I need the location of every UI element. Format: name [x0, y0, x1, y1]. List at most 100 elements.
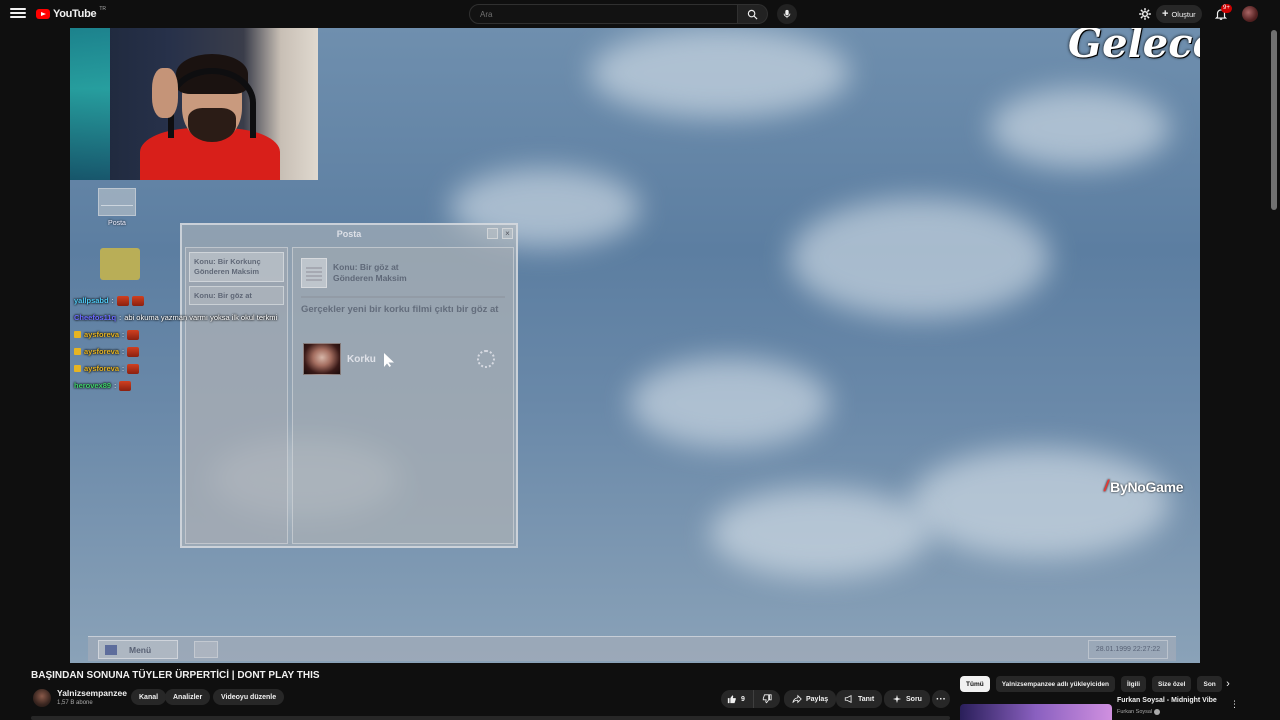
chip-all[interactable]: Tümü	[960, 676, 990, 692]
promote-label: Tanıt	[858, 695, 875, 703]
chat-emote-icon	[131, 295, 144, 306]
chat-username[interactable]: aysforeva	[84, 326, 119, 343]
chat-emote-icon	[127, 363, 140, 374]
loading-spinner-icon	[477, 350, 495, 368]
chip-for-you[interactable]: Size özel	[1152, 676, 1192, 692]
chat-username[interactable]: Cheefos11q	[74, 309, 116, 326]
megaphone-icon	[844, 694, 852, 704]
microphone-icon	[783, 9, 791, 19]
mail-sender-line: Gönderen Maksim	[333, 273, 407, 283]
more-dots-icon: ···	[936, 693, 946, 705]
chip-related[interactable]: İlgili	[1121, 676, 1147, 692]
chips-next-chevron-icon[interactable]: ›	[1221, 677, 1235, 691]
chat-username[interactable]: herovex89	[74, 377, 111, 394]
channel-name[interactable]: Yalnizsempanzee	[57, 688, 127, 698]
share-button[interactable]: Paylaş	[784, 690, 837, 708]
youtube-logo[interactable]: YouTube TR	[36, 6, 106, 21]
close-button[interactable]: ×	[502, 228, 513, 239]
chat-separator: :	[111, 296, 114, 305]
start-menu-label: Menü	[129, 644, 152, 655]
recommendation-chips: Tümü Yalnizsempanzee adlı yükleyiciden İ…	[960, 676, 1222, 692]
share-arrow-icon	[792, 694, 802, 704]
description-box-edge	[31, 716, 950, 720]
verified-check-icon	[1154, 709, 1161, 715]
video-player[interactable]: Gelecem... / ByNoGame Posta Posta × Konu…	[70, 28, 1200, 663]
like-dislike-group: 9	[721, 690, 780, 708]
promote-button[interactable]: Tanıt	[836, 690, 883, 708]
taskbar-app-slot[interactable]	[194, 641, 218, 658]
chat-message: yallpsabd:	[74, 292, 374, 309]
chat-message: herovex89:	[74, 377, 374, 394]
chat-message: aysforeva:	[74, 360, 374, 377]
share-label: Paylaş	[806, 695, 829, 703]
mail-header: Konu: Bir göz at Gönderen Maksim	[301, 258, 407, 288]
sponsor-slash-icon: /	[1104, 478, 1109, 495]
crown-badge-icon	[74, 331, 81, 338]
logo-region: TR	[99, 6, 106, 12]
ask-label: Soru	[906, 695, 922, 703]
chat-separator: :	[122, 347, 125, 356]
chip-from-uploader[interactable]: Yalnizsempanzee adlı yükleyiciden	[995, 676, 1116, 692]
start-logo-icon	[105, 644, 117, 655]
chat-emote-icon	[127, 329, 140, 340]
edit-video-button[interactable]: Videoyu düzenle	[213, 689, 285, 705]
search-input[interactable]	[469, 4, 738, 24]
dislike-button[interactable]	[754, 690, 780, 708]
recommendation-channel: Furkan Soysal	[1117, 709, 1161, 715]
crown-badge-icon	[74, 348, 81, 355]
overlay-watermark: Gelecem...	[1068, 28, 1200, 67]
recommendation-channel-name: Furkan Soysal	[1117, 709, 1153, 715]
subscriber-count: 1,57 B abone	[57, 700, 93, 706]
channel-avatar[interactable]	[33, 689, 51, 707]
chat-message: Cheefos11q: abi okuma yazman varmı yoksa …	[74, 309, 374, 326]
account-avatar[interactable]	[1242, 6, 1258, 22]
ask-button[interactable]: Soru	[884, 690, 930, 708]
chat-username[interactable]: yallpsabd	[74, 292, 109, 309]
chat-separator: :	[119, 313, 122, 322]
hamburger-menu-icon[interactable]	[10, 6, 26, 22]
desktop-icon-folder[interactable]	[100, 248, 140, 280]
analytics-button[interactable]: Analizler	[165, 689, 211, 705]
chat-username[interactable]: aysforeva	[84, 343, 119, 360]
more-actions-button[interactable]: ···	[932, 690, 950, 708]
like-count: 9	[741, 695, 745, 703]
channel-button[interactable]: Kanal	[131, 689, 167, 705]
sponsor-name: ByNoGame	[1110, 479, 1184, 495]
recommendation-menu-icon[interactable]: ⋮	[1230, 699, 1239, 710]
gear-icon	[1139, 8, 1151, 20]
sponsor-logo: / ByNoGame	[1104, 478, 1184, 496]
game-taskbar: Menü 28.01.1999 22:27:22	[88, 636, 1176, 661]
create-button[interactable]: + Oluştur	[1156, 5, 1202, 23]
voice-search-button[interactable]	[777, 4, 797, 24]
thumbs-down-icon	[762, 694, 772, 704]
chip-recent[interactable]: Son	[1197, 676, 1222, 692]
settings-gear-button[interactable]	[1138, 7, 1152, 21]
inbox-item[interactable]: Konu: Bir Korkunç Gönderen Maksim	[189, 252, 284, 282]
create-label: Oluştur	[1171, 9, 1196, 19]
chat-text: abi okuma yazman varmı yoksa ilk okul te…	[124, 313, 278, 322]
chat-separator: :	[114, 381, 117, 390]
mail-subject: Konu: Bir göz at Gönderen Maksim	[333, 262, 407, 284]
crown-badge-icon	[74, 365, 81, 372]
search-button[interactable]	[738, 4, 768, 24]
start-menu-button[interactable]: Menü	[98, 640, 178, 659]
desktop-icon-mail[interactable]: Posta	[98, 188, 136, 227]
recommendation-title[interactable]: Furkan Soysal - Midnight Vibe	[1117, 697, 1217, 704]
document-icon	[301, 258, 327, 288]
video-title: BAŞINDAN SONUNA TÜYLER ÜRPERTİCİ | DONT …	[31, 670, 320, 681]
like-button[interactable]: 9	[721, 690, 754, 708]
logo-text: YouTube	[53, 8, 97, 20]
thumbs-up-icon	[727, 695, 736, 704]
desktop-icon-label: Posta	[108, 220, 126, 227]
chat-emote-icon	[127, 346, 140, 357]
chat-message: aysforeva:	[74, 343, 374, 360]
chat-message: aysforeva:	[74, 326, 374, 343]
minimize-button[interactable]	[487, 228, 498, 239]
plus-icon: +	[1162, 7, 1169, 20]
top-bar: YouTube TR + Oluştur 9+	[0, 0, 1280, 28]
recommendation-thumbnail[interactable]	[960, 704, 1112, 720]
page-scrollbar[interactable]	[1271, 30, 1277, 210]
chat-separator: :	[122, 364, 125, 373]
chat-username[interactable]: aysforeva	[84, 360, 119, 377]
notification-badge: 9+	[1221, 4, 1232, 13]
